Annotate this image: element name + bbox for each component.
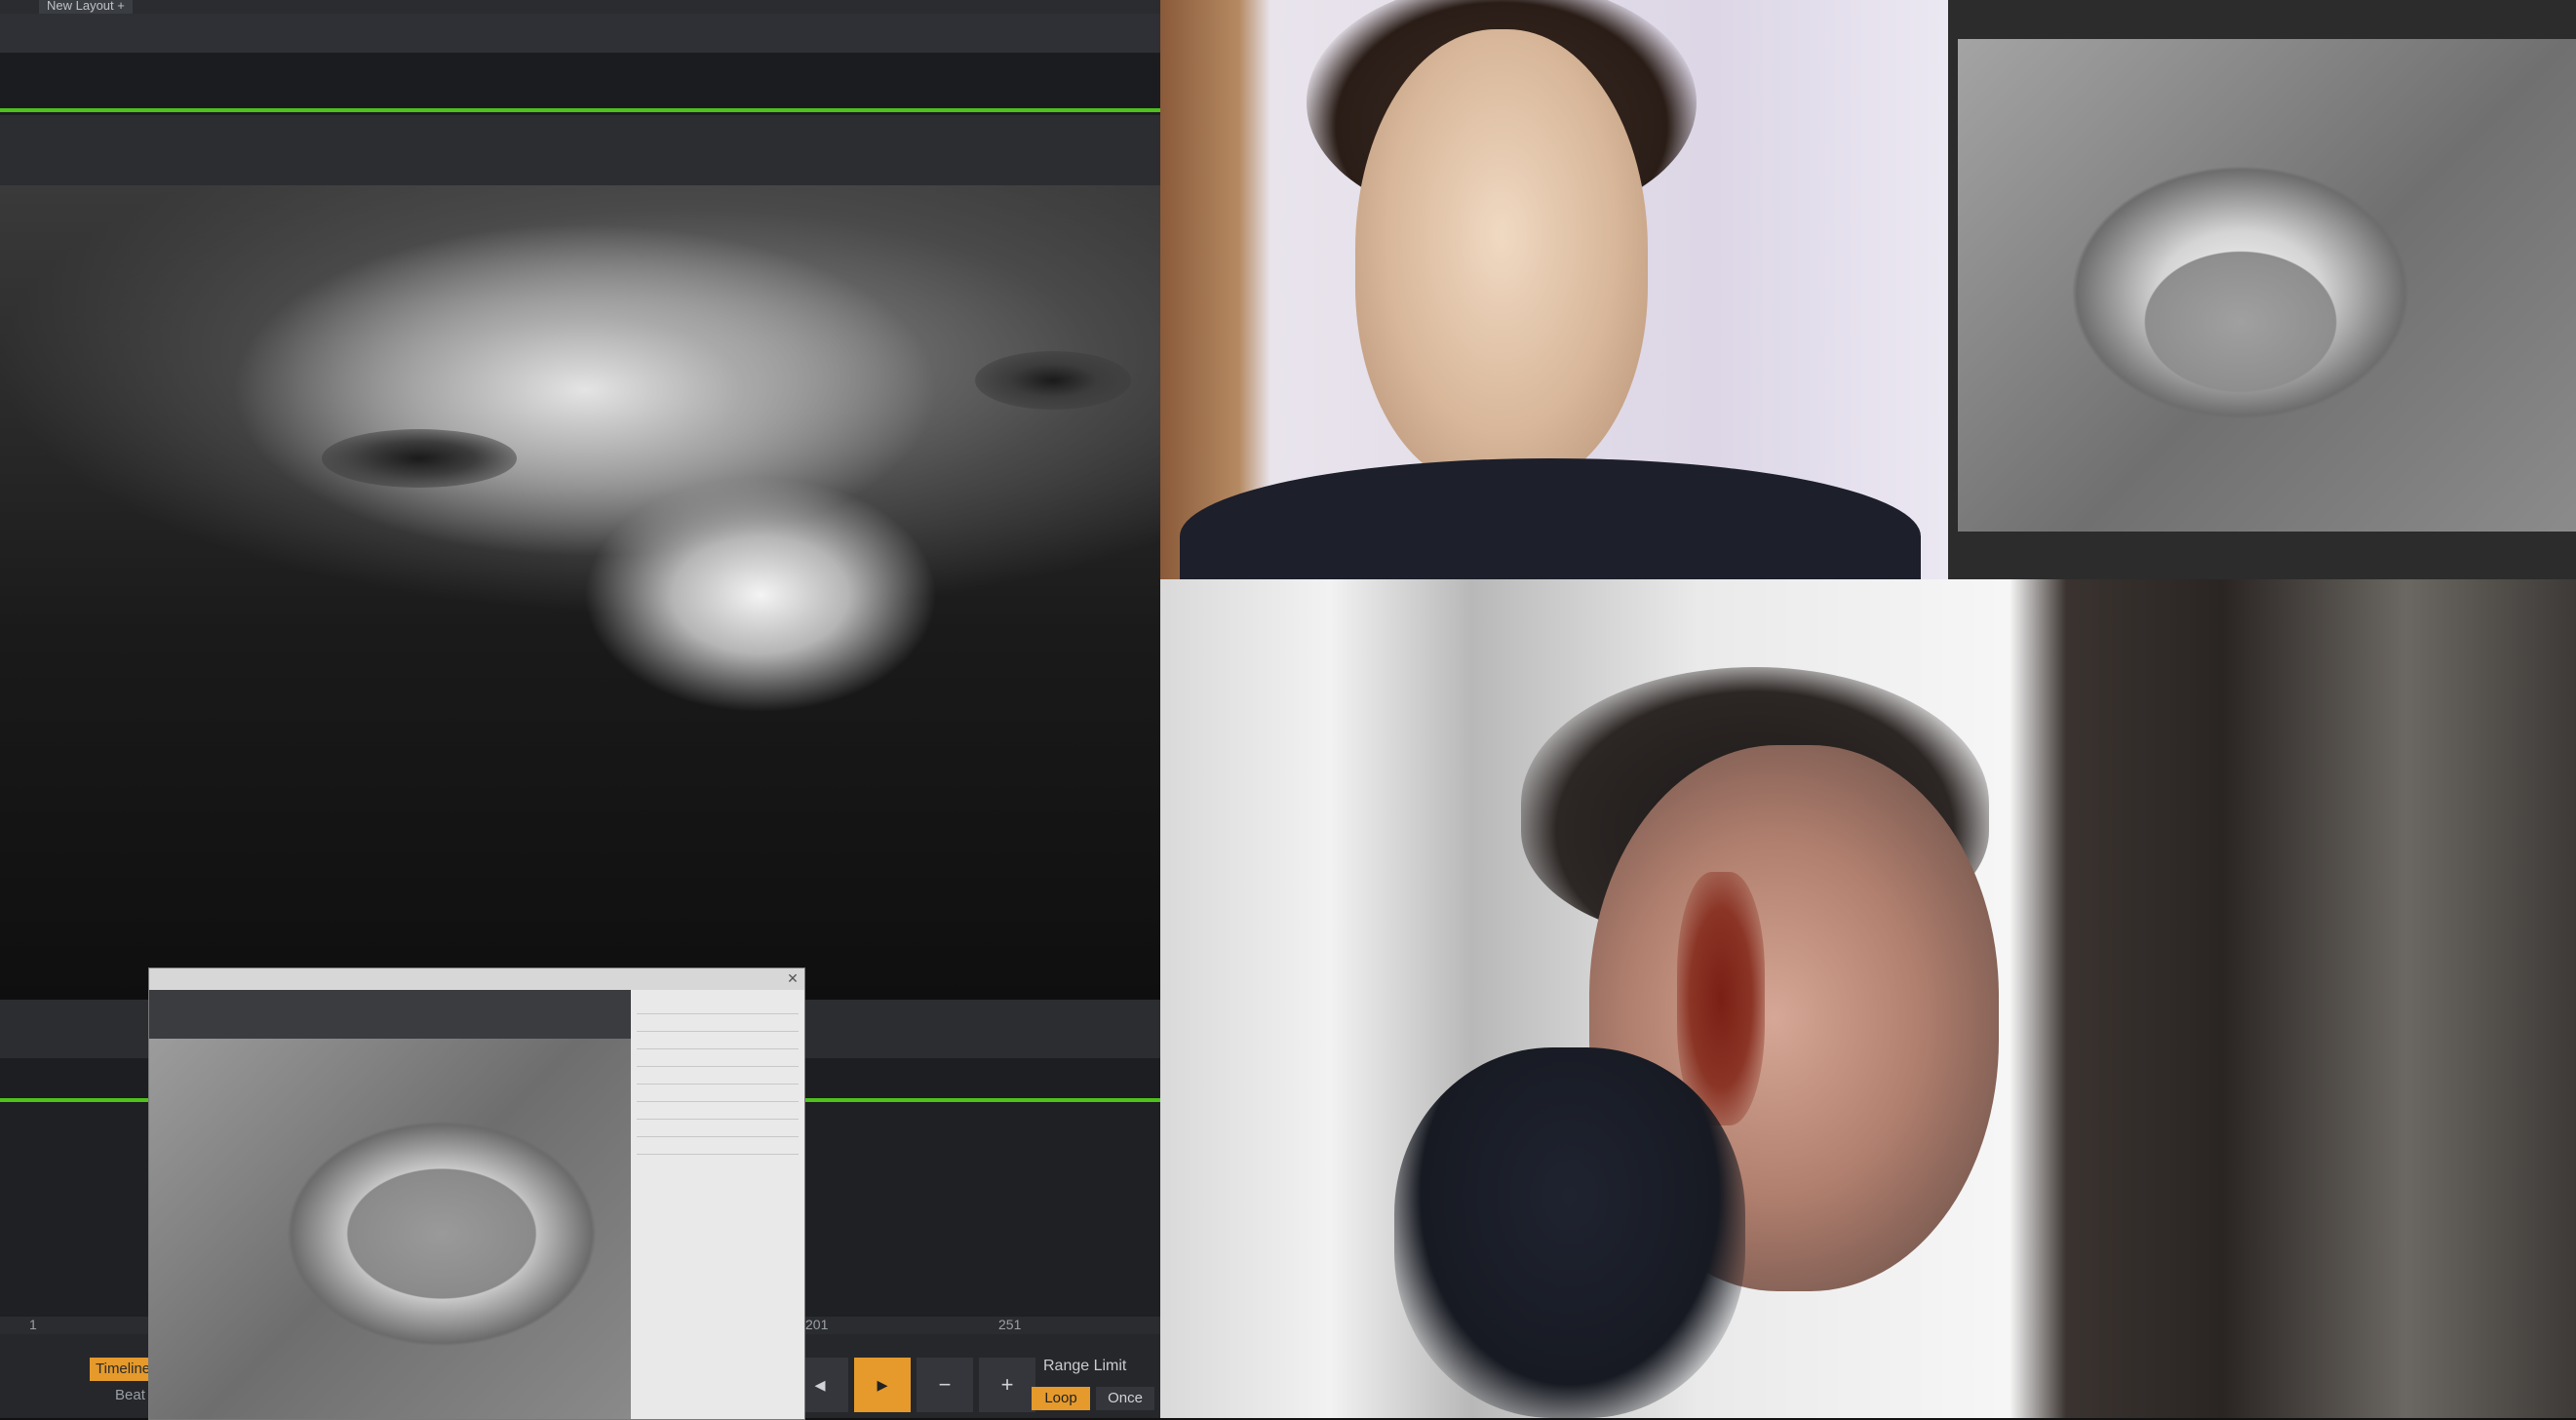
timeline-tick: 1 — [29, 1317, 37, 1332]
parameter-row[interactable] — [637, 1140, 799, 1155]
participant-video-top — [1160, 0, 1948, 579]
range-limit-label: Range Limit — [1043, 1358, 1127, 1374]
toolbar-band — [0, 14, 1160, 53]
processed-feed-image — [1958, 39, 2576, 532]
popup-processed-feed — [149, 1039, 631, 1419]
parameter-row[interactable] — [637, 1087, 799, 1102]
eye-right — [975, 351, 1131, 410]
layout-tab[interactable]: New Layout + — [39, 0, 133, 14]
timeline-tick: 251 — [998, 1317, 1022, 1332]
zoom-in-button[interactable]: + — [979, 1358, 1035, 1412]
parameter-row[interactable] — [637, 1017, 799, 1032]
timeline-tick: 201 — [805, 1317, 829, 1332]
parameter-row[interactable] — [637, 1035, 799, 1049]
eye-left — [322, 429, 517, 488]
participant-video-bottom — [1160, 579, 2576, 1418]
viewer-header — [0, 115, 1160, 185]
main-camera-viewer — [0, 185, 1160, 1000]
participant-shirt — [1180, 458, 1921, 579]
zoom-out-button[interactable]: − — [917, 1358, 973, 1412]
panel-header — [0, 53, 1160, 107]
participant-hand — [1394, 1047, 1745, 1418]
parameter-panel[interactable] — [631, 990, 804, 1419]
parameter-row[interactable] — [637, 1070, 799, 1085]
parameter-row[interactable] — [637, 1000, 799, 1014]
close-icon[interactable]: ✕ — [785, 970, 800, 986]
parameter-row[interactable] — [637, 1052, 799, 1067]
parameter-row[interactable] — [637, 1105, 799, 1120]
once-button[interactable]: Once — [1096, 1387, 1154, 1410]
loop-button[interactable]: Loop — [1032, 1387, 1090, 1410]
beat-label[interactable]: Beat — [115, 1387, 145, 1403]
popup-toolbar — [149, 990, 631, 1039]
selection-line — [0, 108, 1160, 112]
timeline-tab[interactable]: Timeline — [90, 1358, 154, 1381]
parameter-row[interactable] — [637, 1123, 799, 1137]
viewer-popup-window[interactable]: ✕ — [148, 967, 805, 1420]
layout-tab-strip — [0, 0, 1160, 14]
participant-face — [1355, 29, 1648, 488]
play-button[interactable]: ▸ — [854, 1358, 911, 1412]
processed-feed-viewer — [1948, 0, 2576, 579]
popup-title-bar[interactable] — [149, 968, 804, 990]
